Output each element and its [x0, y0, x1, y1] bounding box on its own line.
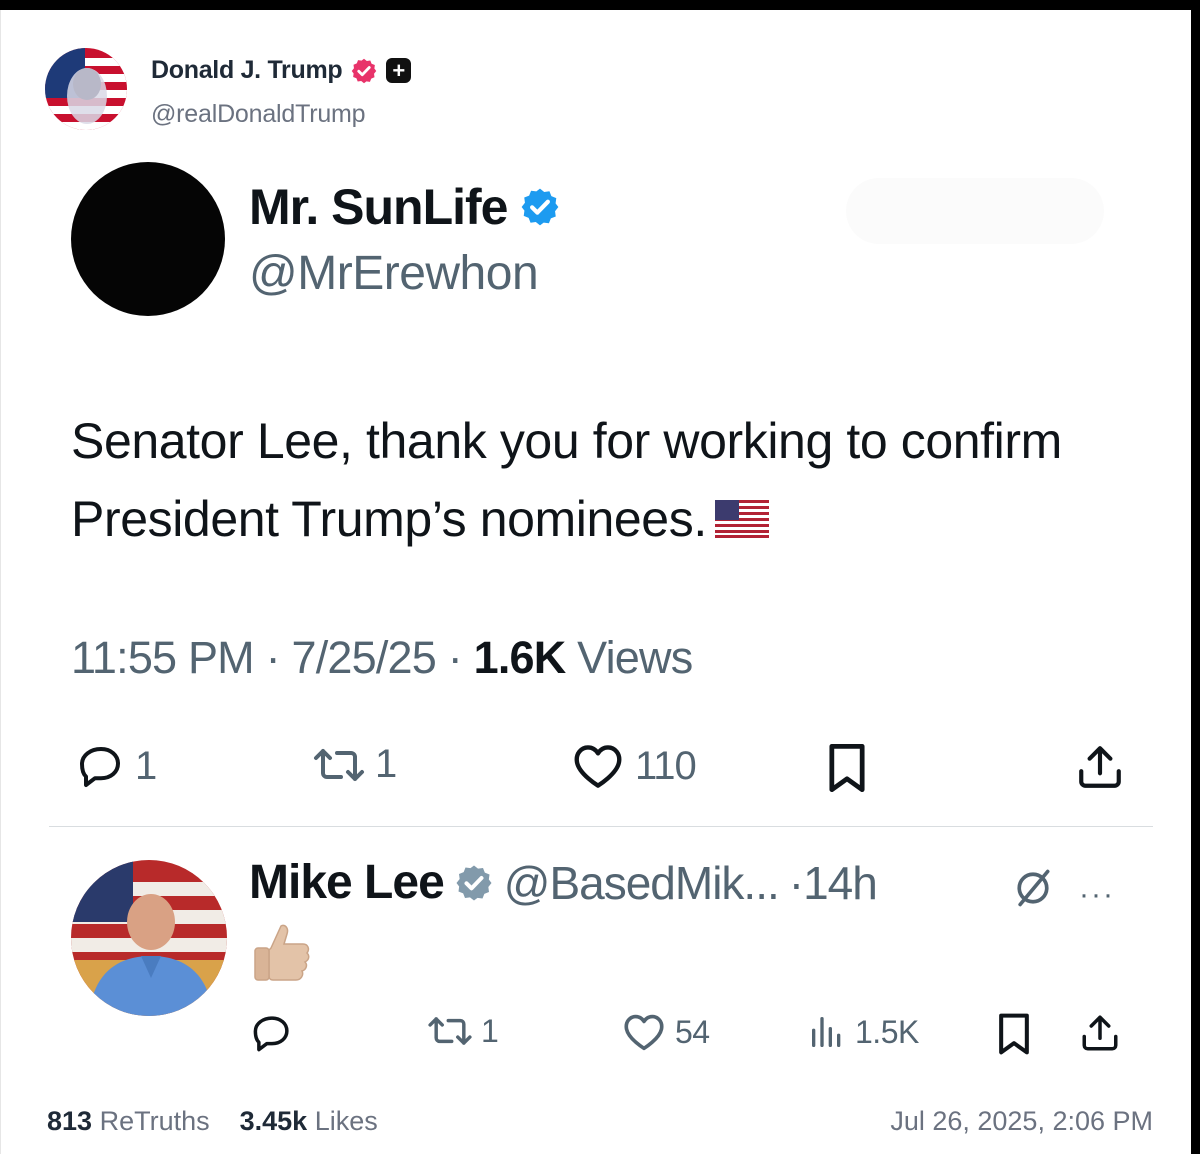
- embedded-author-name: Mr. SunLife: [249, 179, 508, 235]
- reply-button[interactable]: 1: [77, 742, 157, 790]
- like-count: 110: [635, 743, 697, 788]
- views-label: Views: [577, 632, 693, 683]
- reply-age: ·14h: [788, 856, 878, 909]
- repost-count: 1: [481, 1012, 499, 1049]
- bookmark-icon: [829, 743, 865, 793]
- like-button[interactable]: 110: [571, 742, 697, 790]
- like-count: 54: [675, 1013, 710, 1050]
- bookmark-button[interactable]: [995, 1012, 1033, 1056]
- repost-button[interactable]: 1: [427, 1012, 499, 1050]
- reply-count: 1: [135, 743, 157, 788]
- embedded-post-meta: 11:55 PM · 7/25/25 · 1.6K Views: [71, 632, 693, 684]
- grok-icon[interactable]: [1011, 866, 1055, 910]
- views-count: 1.6K: [473, 632, 567, 683]
- reply-author-avatar: [71, 860, 227, 1016]
- author-name[interactable]: Donald J. Trump: [151, 56, 343, 85]
- more-options-icon[interactable]: ···: [1079, 878, 1115, 912]
- bookmark-button[interactable]: [823, 742, 871, 794]
- repost-count: 1: [375, 742, 397, 786]
- post-date: 7/25/25: [291, 632, 437, 683]
- reply-icon: [80, 747, 120, 787]
- analytics-icon: [812, 1017, 841, 1047]
- post-time: 11:55 PM: [71, 632, 255, 683]
- reply-author-handle: @BasedMik...: [503, 856, 780, 909]
- embedded-author-handle: @MrErewhon: [249, 247, 539, 300]
- retruths-count[interactable]: 813: [47, 1106, 92, 1136]
- reply-icon: [253, 1016, 289, 1052]
- repost-icon: [314, 748, 364, 781]
- author-handle[interactable]: @realDonaldTrump: [151, 100, 366, 129]
- views-button[interactable]: 1.5K: [807, 1012, 919, 1052]
- embedded-post-actions: 1 1 110: [71, 742, 1131, 798]
- share-icon: [1082, 1015, 1118, 1051]
- reply-author-name: Mike Lee: [249, 856, 445, 909]
- likes-count[interactable]: 3.45k: [240, 1106, 308, 1136]
- repost-button[interactable]: 1: [313, 742, 397, 787]
- truth-post-card: Donald J. Trump + @realDonaldTrump Mr. S…: [0, 10, 1191, 1154]
- separator: ·: [265, 632, 281, 683]
- divider: [49, 826, 1153, 827]
- follow-button-faded: [846, 178, 1104, 244]
- share-button[interactable]: [1075, 742, 1125, 792]
- thumbs-up-emoji-icon: [254, 924, 310, 981]
- author-avatar[interactable]: [45, 48, 127, 130]
- share-icon: [1079, 746, 1121, 788]
- plus-badge-icon: +: [386, 58, 412, 83]
- reply-button[interactable]: [249, 1012, 295, 1054]
- verified-badge-icon: [352, 58, 377, 83]
- reply-actions: 1 54 1.5K: [247, 1012, 1127, 1060]
- embedded-author-avatar: [71, 162, 225, 316]
- verified-badge-icon: [522, 188, 559, 226]
- verified-badge-icon: [456, 865, 492, 900]
- likes-label[interactable]: Likes: [315, 1106, 378, 1136]
- embedded-post-text: Senator Lee, thank you for working to co…: [71, 413, 1062, 547]
- like-button[interactable]: 54: [621, 1012, 710, 1052]
- heart-icon: [624, 1014, 664, 1051]
- us-flag-emoji-icon: [714, 499, 769, 538]
- repost-icon: [428, 1017, 472, 1045]
- views-count: 1.5K: [855, 1013, 919, 1050]
- post-timestamp: Jul 26, 2025, 2:06 PM: [890, 1106, 1153, 1136]
- embedded-post-body: Senator Lee, thank you for working to co…: [71, 402, 1151, 558]
- retruths-label[interactable]: ReTruths: [100, 1106, 210, 1136]
- share-button[interactable]: [1079, 1012, 1121, 1054]
- engagement-stats: 813 ReTruths 3.45k Likes: [47, 1106, 378, 1137]
- separator: ·: [447, 632, 463, 683]
- heart-icon: [574, 745, 622, 788]
- bookmark-icon: [999, 1013, 1029, 1055]
